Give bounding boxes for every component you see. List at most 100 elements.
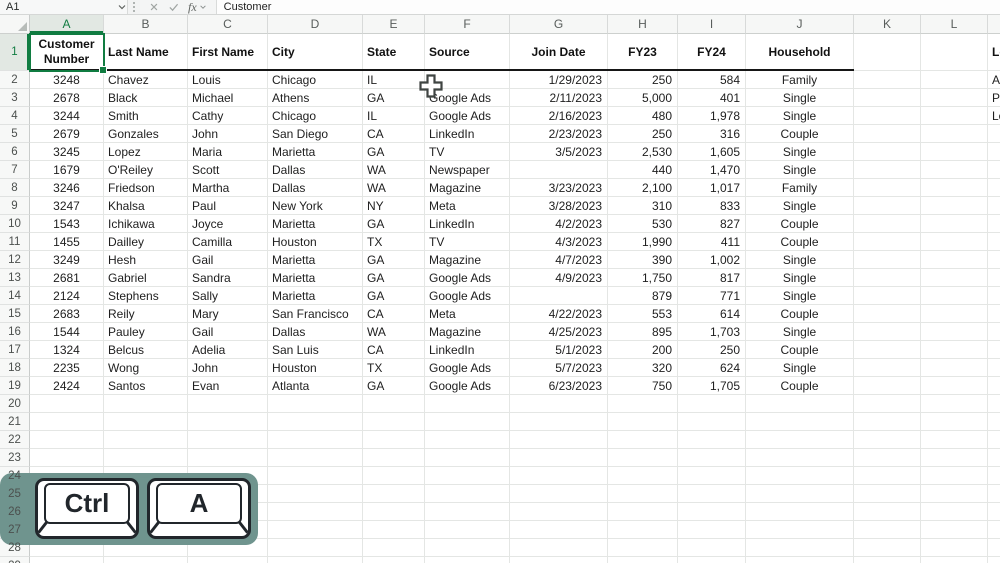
cell-l28[interactable] (921, 539, 988, 557)
column-header-b[interactable]: B (104, 15, 188, 34)
cell-c3[interactable]: Michael (188, 89, 268, 107)
cell-m14[interactable] (988, 287, 1000, 305)
cell-i23[interactable] (678, 449, 746, 467)
cell-a7[interactable]: 1679 (30, 161, 104, 179)
cell-i3[interactable]: 401 (678, 89, 746, 107)
cell-m5[interactable] (988, 125, 1000, 143)
cell-j29[interactable] (746, 557, 854, 563)
cell-h16[interactable]: 895 (608, 323, 678, 341)
cell-g27[interactable] (510, 521, 608, 539)
cell-l29[interactable] (921, 557, 988, 563)
cell-a20[interactable] (30, 395, 104, 413)
cell-g14[interactable] (510, 287, 608, 305)
cell-a16[interactable]: 1544 (30, 323, 104, 341)
cell-h23[interactable] (608, 449, 678, 467)
cell-c9[interactable]: Paul (188, 197, 268, 215)
cell-d9[interactable]: New York (268, 197, 363, 215)
cell-j2[interactable]: Family (746, 71, 854, 89)
cell-i11[interactable]: 411 (678, 233, 746, 251)
row-header-14[interactable]: 14 (0, 287, 30, 305)
cell-b29[interactable] (104, 557, 188, 563)
cell-k4[interactable] (854, 107, 921, 125)
cell-e21[interactable] (363, 413, 425, 431)
cell-g29[interactable] (510, 557, 608, 563)
cell-i27[interactable] (678, 521, 746, 539)
cell-i8[interactable]: 1,017 (678, 179, 746, 197)
cell-f8[interactable]: Magazine (425, 179, 510, 197)
cell-b19[interactable]: Santos (104, 377, 188, 395)
cell-m12[interactable] (988, 251, 1000, 269)
cell-k16[interactable] (854, 323, 921, 341)
cell-f20[interactable] (425, 395, 510, 413)
cell-f28[interactable] (425, 539, 510, 557)
select-all-corner[interactable] (0, 15, 30, 34)
cell-l4[interactable] (921, 107, 988, 125)
cell-d19[interactable]: Atlanta (268, 377, 363, 395)
cell-e2[interactable]: IL (363, 71, 425, 89)
cell-j4[interactable]: Single (746, 107, 854, 125)
cell-a15[interactable]: 2683 (30, 305, 104, 323)
cell-h28[interactable] (608, 539, 678, 557)
cell-f16[interactable]: Magazine (425, 323, 510, 341)
cell-m4[interactable]: Lo (988, 107, 1000, 125)
row-header-16[interactable]: 16 (0, 323, 30, 341)
cell-e14[interactable]: GA (363, 287, 425, 305)
cell-j11[interactable]: Couple (746, 233, 854, 251)
column-header-i[interactable]: I (678, 15, 746, 34)
cell-e8[interactable]: WA (363, 179, 425, 197)
column-header-a[interactable]: A (30, 15, 104, 34)
row-header-19[interactable]: 19 (0, 377, 30, 395)
cell-l19[interactable] (921, 377, 988, 395)
cell-e17[interactable]: CA (363, 341, 425, 359)
cell-e4[interactable]: IL (363, 107, 425, 125)
cell-d23[interactable] (268, 449, 363, 467)
cell-m26[interactable] (988, 503, 1000, 521)
cell-l7[interactable] (921, 161, 988, 179)
row-header-1[interactable]: 1 (0, 34, 30, 71)
cell-a6[interactable]: 3245 (30, 143, 104, 161)
cell-d26[interactable] (268, 503, 363, 521)
row-header-21[interactable]: 21 (0, 413, 30, 431)
cell-j13[interactable]: Single (746, 269, 854, 287)
cell-h9[interactable]: 310 (608, 197, 678, 215)
cell-e27[interactable] (363, 521, 425, 539)
cell-c29[interactable] (188, 557, 268, 563)
cell-c2[interactable]: Louis (188, 71, 268, 89)
cell-h20[interactable] (608, 395, 678, 413)
cell-i15[interactable]: 614 (678, 305, 746, 323)
cell-g3[interactable]: 2/11/2023 (510, 89, 608, 107)
cell-i7[interactable]: 1,470 (678, 161, 746, 179)
cell-l13[interactable] (921, 269, 988, 287)
cell-h10[interactable]: 530 (608, 215, 678, 233)
row-header-22[interactable]: 22 (0, 431, 30, 449)
cell-k25[interactable] (854, 485, 921, 503)
cell-h19[interactable]: 750 (608, 377, 678, 395)
cell-k21[interactable] (854, 413, 921, 431)
cell-d10[interactable]: Marietta (268, 215, 363, 233)
cell-g20[interactable] (510, 395, 608, 413)
cell-m11[interactable] (988, 233, 1000, 251)
cell-b11[interactable]: Dailley (104, 233, 188, 251)
cell-d3[interactable]: Athens (268, 89, 363, 107)
cell-h13[interactable]: 1,750 (608, 269, 678, 287)
cell-h27[interactable] (608, 521, 678, 539)
cell-d4[interactable]: Chicago (268, 107, 363, 125)
cell-b18[interactable]: Wong (104, 359, 188, 377)
cell-i25[interactable] (678, 485, 746, 503)
cell-e5[interactable]: CA (363, 125, 425, 143)
cell-d16[interactable]: Dallas (268, 323, 363, 341)
row-header-7[interactable]: 7 (0, 161, 30, 179)
cell-m29[interactable] (988, 557, 1000, 563)
cell-h4[interactable]: 480 (608, 107, 678, 125)
cell-l8[interactable] (921, 179, 988, 197)
cell-a13[interactable]: 2681 (30, 269, 104, 287)
cell-g2[interactable]: 1/29/2023 (510, 71, 608, 89)
cell-l16[interactable] (921, 323, 988, 341)
enter-check-icon[interactable] (168, 2, 179, 12)
cell-i4[interactable]: 1,978 (678, 107, 746, 125)
cell-m17[interactable] (988, 341, 1000, 359)
cell-h7[interactable]: 440 (608, 161, 678, 179)
cell-b7[interactable]: O'Reiley (104, 161, 188, 179)
cell-j24[interactable] (746, 467, 854, 485)
cell-g5[interactable]: 2/23/2023 (510, 125, 608, 143)
